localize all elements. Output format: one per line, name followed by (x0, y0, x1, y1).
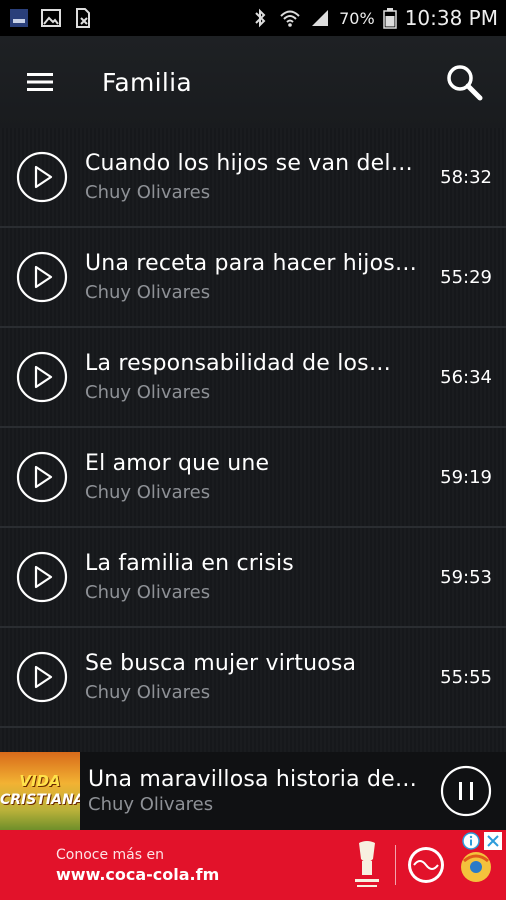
item-duration: 58:32 (440, 166, 492, 188)
item-artist: Chuy Olivares (85, 282, 211, 303)
battery-percent: 70% (339, 8, 375, 28)
list-item[interactable]: La familia en crisis Chuy Olivares 59:53 (0, 528, 506, 628)
item-artist: Chuy Olivares (85, 682, 211, 703)
wifi-icon (280, 10, 300, 27)
track-list: Cuando los hijos se van del… Chuy Olivar… (0, 128, 506, 752)
now-playing-title: Una maravillosa historia de… (88, 767, 418, 792)
item-duration: 59:53 (440, 566, 492, 588)
now-playing-artist: Chuy Olivares (88, 794, 214, 815)
item-artist: Chuy Olivares (85, 382, 211, 403)
ad-logos (349, 839, 506, 891)
list-item[interactable]: La responsabilidad de los… Chuy Olivares… (0, 328, 506, 428)
item-artist: Chuy Olivares (85, 482, 211, 503)
ad-line1: Conoce más en (56, 846, 164, 863)
item-meta: Se busca mujer virtuosa Chuy Olivares (85, 651, 432, 703)
item-title: Cuando los hijos se van del… (85, 151, 413, 176)
item-meta: El amor que une Chuy Olivares (85, 451, 432, 503)
play-circle-icon[interactable] (16, 351, 68, 403)
item-duration: 56:34 (440, 366, 492, 388)
signal-icon (312, 10, 329, 26)
notification-icons (8, 7, 94, 29)
list-item[interactable]: Cuando los hijos se van del… Chuy Olivar… (0, 128, 506, 228)
item-artist: Chuy Olivares (85, 182, 211, 203)
image-notification-icon (41, 9, 61, 27)
ad-info-icon[interactable] (462, 832, 480, 850)
app-bar: Familia (0, 36, 506, 128)
divider (395, 845, 396, 885)
item-artist: Chuy Olivares (85, 582, 211, 603)
album-art: VIDA CRISTIANA (0, 752, 80, 830)
list-item[interactable]: Una receta para hacer hijos… Chuy Olivar… (0, 228, 506, 328)
system-status: 70% 10:38 PM (249, 6, 498, 30)
ad-close-icon[interactable] (484, 832, 502, 850)
now-playing-bar[interactable]: VIDA CRISTIANA Una maravillosa historia … (0, 752, 506, 830)
play-circle-icon[interactable] (16, 551, 68, 603)
menu-icon (27, 73, 53, 91)
now-playing-meta: Una maravillosa historia de… Chuy Olivar… (88, 767, 426, 815)
item-title: La familia en crisis (85, 551, 294, 576)
ad-banner[interactable]: Conoce más en www.coca-cola.fm (0, 830, 506, 900)
item-title: Se busca mujer virtuosa (85, 651, 357, 676)
menu-button[interactable] (0, 42, 80, 122)
search-icon (447, 65, 483, 101)
album-art-line1: VIDA (19, 772, 61, 790)
item-title: La responsabilidad de los… (85, 351, 392, 376)
album-art-line2: CRISTIANA (0, 792, 80, 808)
list-item[interactable]: El amor que une Chuy Olivares 59:19 (0, 428, 506, 528)
bluetooth-icon (255, 8, 266, 28)
ad-line2: www.coca-cola.fm (56, 864, 220, 884)
play-circle-icon[interactable] (16, 651, 68, 703)
item-title: Una receta para hacer hijos… (85, 251, 418, 276)
world-cup-logo (355, 841, 379, 887)
item-meta: La familia en crisis Chuy Olivares (85, 551, 432, 603)
list-item[interactable]: Se busca mujer virtuosa Chuy Olivares 55… (0, 628, 506, 728)
item-duration: 55:55 (440, 666, 492, 688)
play-circle-icon[interactable] (16, 451, 68, 503)
play-circle-icon[interactable] (16, 151, 68, 203)
coca-cola-logo (408, 847, 444, 883)
ad-text: Conoce más en www.coca-cola.fm (56, 847, 219, 884)
status-bar: 70% 10:38 PM (0, 0, 506, 36)
item-meta: La responsabilidad de los… Chuy Olivares (85, 351, 432, 403)
pause-circle-icon[interactable] (440, 765, 492, 817)
play-circle-icon[interactable] (16, 251, 68, 303)
battery-icon (382, 8, 397, 29)
item-meta: Cuando los hijos se van del… Chuy Olivar… (85, 151, 432, 203)
file-notification-icon (76, 8, 90, 28)
page-title: Familia (102, 67, 193, 97)
item-duration: 55:29 (440, 266, 492, 288)
app-notification-icon (10, 9, 28, 27)
clock: 10:38 PM (404, 6, 498, 30)
item-meta: Una receta para hacer hijos… Chuy Olivar… (85, 251, 432, 303)
search-button[interactable] (422, 42, 506, 122)
item-title: El amor que une (85, 451, 270, 476)
item-duration: 59:19 (440, 466, 492, 488)
ball-logo (461, 852, 491, 882)
